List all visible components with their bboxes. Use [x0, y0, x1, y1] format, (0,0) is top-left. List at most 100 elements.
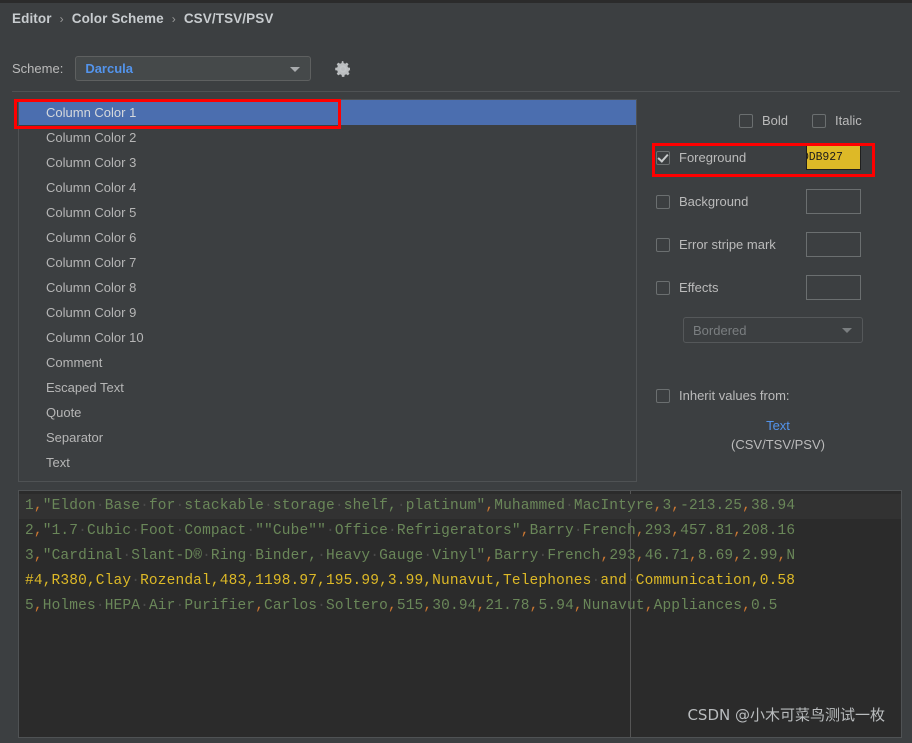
scheme-row: Scheme: Darcula	[12, 56, 353, 81]
breadcrumb-item-editor[interactable]: Editor	[12, 11, 52, 26]
code-token: ,	[33, 598, 43, 614]
code-token: ,	[689, 548, 698, 564]
list-item[interactable]: Column Color 4	[19, 175, 636, 200]
code-token: and	[600, 573, 627, 589]
effects-checkbox[interactable]	[656, 280, 670, 295]
list-item[interactable]: Column Color 3	[19, 150, 636, 175]
code-token: Vinyl"	[432, 548, 486, 564]
code-token: 3	[25, 548, 34, 564]
font-style-row: Bold Italic	[739, 113, 862, 128]
code-line: 3,"Cardinal·Slant-D®·Ring·Binder,·Heavy·…	[19, 544, 901, 569]
scheme-label: Scheme:	[12, 61, 64, 76]
code-token: 5.94	[538, 598, 574, 614]
background-label: Background	[679, 194, 749, 209]
code-token: 293	[644, 523, 672, 539]
background-checkbox[interactable]	[656, 194, 670, 209]
code-token: 46.71	[644, 548, 690, 564]
background-color-swatch[interactable]	[806, 189, 861, 214]
code-token: shelf,	[343, 498, 397, 514]
preview-editor[interactable]: 1,"Eldon·Base·for·stackable·storage·shel…	[18, 490, 902, 738]
code-token: ,	[33, 498, 43, 514]
code-token: 208.16	[742, 523, 796, 539]
code-token: Cubic	[86, 523, 132, 539]
bold-checkbox[interactable]	[739, 113, 753, 128]
watermark-text: CSDN @小木可菜鸟测试一枚	[687, 706, 885, 724]
code-token: Air	[148, 598, 176, 614]
gear-icon[interactable]	[333, 59, 353, 79]
list-item[interactable]: Text	[19, 450, 636, 475]
list-item[interactable]: Separator	[19, 425, 636, 450]
code-token: ,	[635, 548, 645, 564]
code-token: ,	[671, 523, 681, 539]
attributes-panel: Bold Italic Foreground DDB927 Background…	[650, 99, 906, 482]
code-token: 1	[25, 498, 34, 514]
breadcrumb: Editor › Color Scheme › CSV/TSV/PSV	[12, 11, 273, 26]
code-token: Holmes	[42, 598, 96, 614]
code-token: ,	[573, 598, 583, 614]
code-token: French	[547, 548, 601, 564]
list-item[interactable]: Column Color 10	[19, 325, 636, 350]
code-token: "Eldon	[42, 498, 96, 514]
whitespace-dot-icon: ·	[326, 523, 335, 539]
foreground-color-swatch[interactable]: DDB927	[806, 145, 861, 170]
code-token: ""Cube""	[255, 523, 327, 539]
list-item[interactable]: Column Color 6	[19, 225, 636, 250]
list-item[interactable]: Comment	[19, 350, 636, 375]
list-item[interactable]: Column Color 7	[19, 250, 636, 275]
whitespace-dot-icon: ·	[626, 573, 636, 589]
breadcrumb-separator-icon: ›	[171, 11, 176, 26]
scheme-dropdown[interactable]: Darcula	[75, 56, 312, 81]
code-token: 0.5	[750, 598, 778, 614]
code-token: "1.7	[42, 523, 79, 539]
color-keys-list[interactable]: Column Color 1 Column Color 2 Column Color…	[18, 99, 637, 482]
inherit-values-label: Inherit values from:	[679, 388, 790, 403]
code-token: Compact	[184, 523, 247, 539]
whitespace-dot-icon: ·	[140, 498, 149, 514]
foreground-row: Foreground	[656, 150, 746, 165]
foreground-color-hex: DDB927	[806, 151, 843, 164]
code-token: Gauge	[379, 548, 424, 564]
chevron-down-icon	[842, 328, 852, 333]
list-item[interactable]: Column Color 2	[19, 125, 636, 150]
code-token: Rozendal,483,1198.97,195.99,3.99,Nunavut…	[140, 573, 592, 589]
breadcrumb-item-color-scheme[interactable]: Color Scheme	[72, 11, 164, 26]
whitespace-dot-icon: ·	[573, 523, 583, 539]
code-token: ,	[423, 598, 433, 614]
code-token: Communication,0.58	[635, 573, 796, 589]
code-token: 2.99	[742, 548, 778, 564]
inherit-values-row: Inherit values from:	[656, 388, 790, 403]
code-token: 5	[25, 598, 34, 614]
inherit-target-scope: (CSV/TSV/PSV)	[731, 437, 825, 452]
preview-code: 1,"Eldon·Base·for·stackable·storage·shel…	[19, 491, 901, 619]
code-token: ,	[742, 498, 751, 514]
code-token: ,	[33, 548, 43, 564]
list-item[interactable]: Column Color 9	[19, 300, 636, 325]
code-token: ,	[520, 523, 530, 539]
list-item[interactable]: Escaped Text	[19, 375, 636, 400]
whitespace-dot-icon: ·	[78, 523, 87, 539]
code-token: 8.69	[697, 548, 734, 564]
code-token: HEPA	[104, 598, 141, 614]
list-item[interactable]: Column Color 5	[19, 200, 636, 225]
list-item[interactable]: Quote	[19, 400, 636, 425]
effects-color-swatch[interactable]	[806, 275, 861, 300]
effects-type-dropdown[interactable]: Bordered	[683, 317, 863, 343]
code-token: ,	[671, 498, 681, 514]
code-token: for	[148, 498, 176, 514]
whitespace-dot-icon: ·	[246, 548, 256, 564]
list-item[interactable]: Column Color 1	[19, 100, 636, 125]
code-token: 2	[25, 523, 34, 539]
code-token: Barry	[529, 523, 574, 539]
foreground-checkbox[interactable]	[656, 150, 670, 165]
error-stripe-mark-checkbox[interactable]	[656, 237, 670, 252]
inherit-values-checkbox[interactable]	[656, 388, 670, 403]
code-token: Heavy	[326, 548, 371, 564]
list-item[interactable]: Column Color 8	[19, 275, 636, 300]
code-token: 457.81	[680, 523, 734, 539]
inherit-target-link[interactable]: Text	[650, 418, 906, 433]
italic-checkbox[interactable]	[812, 113, 827, 128]
whitespace-dot-icon: ·	[423, 548, 433, 564]
code-token: ,	[485, 498, 495, 514]
error-stripe-mark-color-swatch[interactable]	[806, 232, 861, 257]
whitespace-dot-icon: ·	[95, 598, 105, 614]
